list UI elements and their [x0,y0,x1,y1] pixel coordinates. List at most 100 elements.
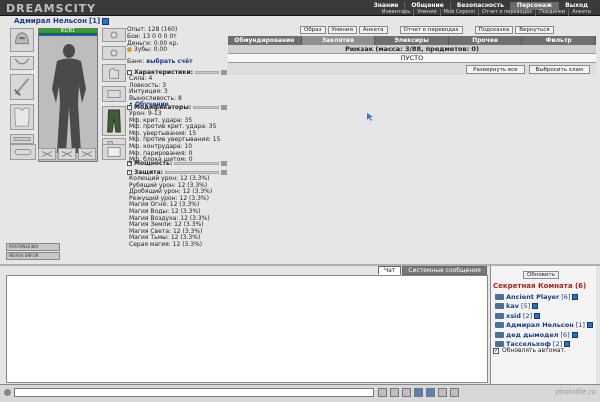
tab-other[interactable]: Прочее [449,36,523,45]
chat-log[interactable] [6,275,488,383]
subnav-skills[interactable]: Умения [414,9,441,16]
info-icon[interactable] [571,331,578,338]
chat-input[interactable] [14,388,374,397]
list-item[interactable]: дед дымодел [6] [495,330,593,340]
belt-slot[interactable] [10,134,34,144]
auto-refresh[interactable]: ✓ Обновлять автомат. [493,347,566,354]
clear-icon[interactable] [390,388,399,397]
settings-icon[interactable] [450,388,459,397]
subnav-inventory[interactable]: Инвентарь [379,9,415,16]
return-button[interactable]: Вернуться [515,26,554,34]
info-icon[interactable] [102,17,110,25]
tab-equipment[interactable]: Обмундирование [228,36,302,45]
gloves-slot[interactable] [102,64,126,82]
tab-elixirs[interactable]: Эликсиры [375,36,449,45]
earring-slot[interactable] [102,28,126,42]
list-item[interactable]: Адмирал Нельсон [1] [495,321,593,331]
user-icon [495,293,504,300]
user-name[interactable]: kav [506,302,519,310]
weapon-slot[interactable] [10,74,34,100]
profile-button[interactable]: Анкета [358,26,388,34]
user-level: [2] [522,311,533,320]
image-button[interactable]: Образ [300,26,326,34]
user-name[interactable]: xsid [506,312,521,320]
expand-icon[interactable]: + [127,161,132,166]
power-header[interactable]: + Мощность: [127,160,227,167]
room-title: Секретная Комната (6) [493,282,587,290]
transfers-button[interactable]: Отчет о переводах [399,26,463,34]
smiley-icon[interactable] [402,388,411,397]
skills-button[interactable]: Умения [327,26,357,34]
user-name[interactable]: дед дымодел [506,331,559,339]
filter-icon[interactable] [414,388,423,397]
earring-icon [110,31,118,39]
subnav-scroll[interactable]: Мой Скролл [441,9,479,16]
prot-grey: Серая магия: 12 (3.3%) [129,240,203,248]
shield-slot[interactable] [10,144,36,160]
sub-nav: Инвентарь Умения Мой Скролл Отчет о пере… [379,9,594,16]
subnav-duels[interactable]: Поединки [536,9,570,16]
armor-slot[interactable] [10,104,34,130]
bracers-slot[interactable] [102,86,126,102]
armor-icon [14,107,30,127]
helmet-slot[interactable] [10,28,34,52]
auto-refresh-checkbox[interactable]: ✓ [493,347,499,354]
character-name-text: Адмирал Нельсон [14,17,87,25]
game-logo[interactable]: DREAMSCITY [2,0,122,16]
characteristics-section: - Характеристики: Сила: 4 Ловкость: 3 Ин… [127,69,227,109]
bank-label: Банк: [127,58,145,66]
helmet-icon [15,32,29,45]
character-name: Адмирал Нельсон [1] [14,17,110,25]
discard-junk-button[interactable]: Выбросить хлам [528,64,590,74]
section-title: Мощность: [134,160,173,167]
ring-slot[interactable] [102,46,126,60]
rune-icon [41,151,53,157]
translit-icon[interactable] [426,388,435,397]
send-icon[interactable] [378,388,387,397]
list-item[interactable]: xsid [2] [495,311,593,321]
user-icon [495,312,504,319]
tab-filter[interactable]: Фильтр [522,36,596,45]
scroll-slot[interactable] [102,144,126,160]
counter-badge-1[interactable]: POSTAWLE4KA [6,243,60,251]
info-icon[interactable] [532,303,539,310]
character-silhouette [52,44,86,153]
tab-chat[interactable]: Чат [378,266,402,275]
rune-icon [61,151,73,157]
list-item[interactable]: Ancient Player [6] [495,292,593,302]
rune-slot-3[interactable] [78,148,96,160]
divider-cap [221,70,227,75]
action-buttons: Образ Умения Анкета Отчет о переводах По… [300,26,554,34]
divider-cap [221,105,227,110]
rune-slot-1[interactable] [38,148,56,160]
sound-icon[interactable] [438,388,447,397]
expand-all-button[interactable]: Развернуть все [466,64,525,74]
belt-icon [13,137,31,141]
hint-button[interactable]: Подсказка [474,26,514,34]
necklace-slot[interactable] [10,56,34,70]
user-name[interactable]: Адмирал Нельсон [506,321,574,329]
bank: Банк: выбрать счёт [127,58,227,66]
divider [193,106,219,109]
logo-text: DREAMSCITY [6,2,96,15]
character-level: [1] [88,17,101,25]
chat-mode-icon[interactable] [4,389,11,396]
counter-badge-2[interactable]: NEVIS4 ENFOR [6,252,60,260]
info-icon[interactable] [534,312,541,319]
list-item[interactable]: kav [5] [495,302,593,312]
tab-spells[interactable]: Заклятия [301,36,376,45]
subnav-profile[interactable]: Анкета [569,9,594,16]
info-icon[interactable] [586,322,593,329]
tab-system-messages[interactable]: Системные сообщения [402,266,487,275]
modifiers-section: - Модификаторы: Урон: 9-13 Мф. крит. уда… [127,104,227,164]
user-name[interactable]: Ancient Player [506,293,559,301]
pants-slot[interactable] [102,106,126,136]
inventory-tabs: Обмундирование Заклятия Эликсиры Прочее … [228,36,596,45]
protection-list: Колющий урон: 12 (3.3%) Рубящий урон: 12… [127,175,227,249]
info-icon[interactable] [572,293,579,300]
subnav-transfers[interactable]: Отчет о переводах [479,9,537,16]
rune-slot-2[interactable] [58,148,76,160]
character-avatar: 81/81 [38,28,98,162]
select-account-link[interactable]: выбрать счёт [146,58,192,65]
refresh-button[interactable]: Обновить [523,271,559,279]
